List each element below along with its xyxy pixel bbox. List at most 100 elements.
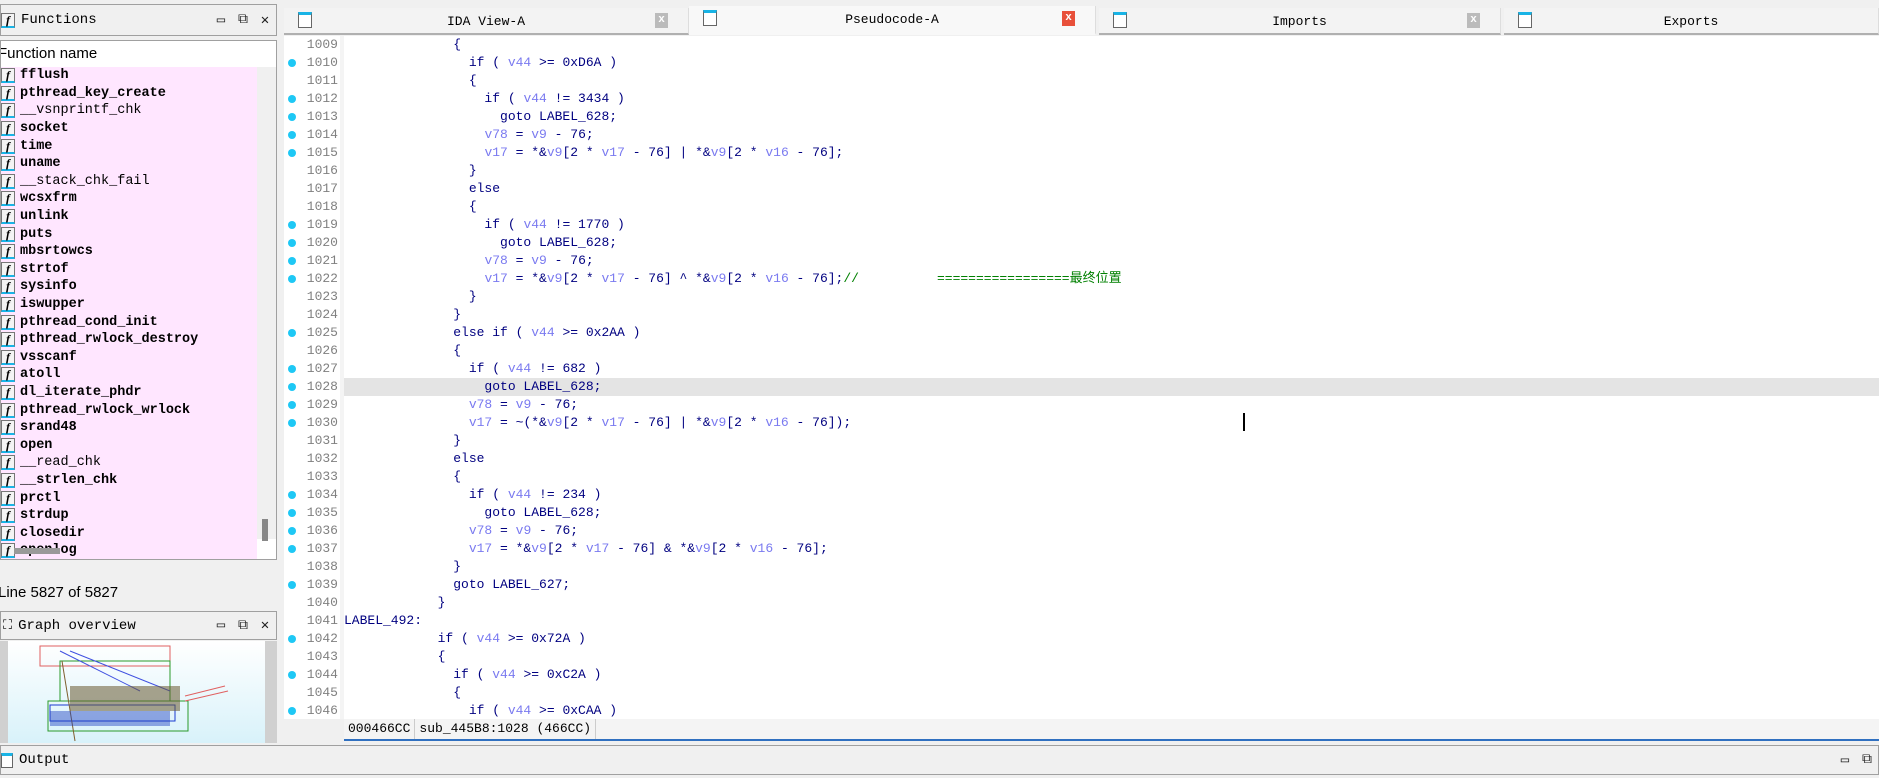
function-item[interactable]: f pthread_rwlock_destroy <box>1 330 257 349</box>
code-line[interactable]: 1021 v78 = v9 - 76; <box>284 252 1879 270</box>
function-item[interactable]: f pthread_rwlock_wrlock <box>1 401 257 419</box>
breakpoint-dot-icon[interactable] <box>288 419 296 427</box>
function-item[interactable]: f socket <box>1 119 257 138</box>
code-line[interactable]: 1043 { <box>284 648 1879 666</box>
breakpoint-dot-icon[interactable] <box>288 545 296 553</box>
breakpoint-dot-icon[interactable] <box>288 113 296 121</box>
code-line[interactable]: 1042 if ( v44 >= 0x72A ) <box>284 630 1879 648</box>
code-line[interactable]: 1046 if ( v44 >= 0xCAA ) <box>284 702 1879 719</box>
code-line[interactable]: 1039 goto LABEL_627; <box>284 576 1879 594</box>
breakpoint-dot-icon[interactable] <box>288 329 296 337</box>
tab-close-icon[interactable]: x <box>655 13 668 28</box>
function-item[interactable]: f uname <box>1 154 257 173</box>
pseudocode-view[interactable]: 1009 {1010 if ( v44 >= 0xD6A ) 1011 {1012… <box>284 36 1879 719</box>
graph-overview-canvas[interactable] <box>0 641 277 743</box>
code-line[interactable]: 1019 if ( v44 != 1770 ) <box>284 216 1879 234</box>
horizontal-scrollbar[interactable] <box>14 548 60 554</box>
tab-exports[interactable]: Exports <box>1504 8 1879 35</box>
vertical-scrollbar[interactable] <box>257 67 276 541</box>
function-item[interactable]: f sysinfo <box>1 278 257 296</box>
code-line[interactable]: 1014 v78 = v9 - 76; <box>284 126 1879 144</box>
code-line[interactable]: 1012 if ( v44 != 3434 ) <box>284 90 1879 108</box>
code-line[interactable]: 1037 v17 = *&v9[2 * v17 - 76] & *&v9[2 *… <box>284 540 1879 558</box>
code-line[interactable]: 1018 { <box>284 198 1879 216</box>
code-line[interactable]: 1010 if ( v44 >= 0xD6A ) <box>284 54 1879 72</box>
code-line[interactable]: 1027 if ( v44 != 682 ) <box>284 360 1879 378</box>
code-line[interactable]: 1035 goto LABEL_628; <box>284 504 1879 522</box>
breakpoint-dot-icon[interactable] <box>288 707 296 715</box>
tab-ida-view-a[interactable]: IDA View-A x <box>284 8 689 35</box>
float-icon[interactable]: ⧉ <box>1856 750 1878 770</box>
code-line[interactable]: 1029 v78 = v9 - 76; <box>284 396 1879 414</box>
tab-close-icon[interactable]: x <box>1467 13 1480 28</box>
code-line[interactable]: 1044 if ( v44 >= 0xC2A ) <box>284 666 1879 684</box>
function-item[interactable]: f puts <box>1 225 257 243</box>
functions-list[interactable]: Function name f fflush f pthread_key_create… <box>0 40 277 560</box>
close-icon[interactable]: ✕ <box>254 10 276 30</box>
code-line[interactable]: 1015 v17 = *&v9[2 * v17 - 76] | *&v9[2 *… <box>284 144 1879 162</box>
breakpoint-dot-icon[interactable] <box>288 131 296 139</box>
column-header-function-name[interactable]: Function name <box>1 41 276 67</box>
breakpoint-dot-icon[interactable] <box>288 383 296 391</box>
function-item[interactable]: f pthread_key_create <box>1 84 257 103</box>
code-line[interactable]: 1034 if ( v44 != 234 ) <box>284 486 1879 504</box>
code-line[interactable]: 1025 else if ( v44 >= 0x2AA ) <box>284 324 1879 342</box>
code-line[interactable]: 1032 else <box>284 450 1879 468</box>
code-line[interactable]: 1036 v78 = v9 - 76; <box>284 522 1879 540</box>
code-line[interactable]: 1030 v17 = ~(*&v9[2 * v17 - 76] | *&v9[2… <box>284 414 1879 432</box>
tab-close-icon[interactable]: x <box>1062 11 1075 26</box>
function-item[interactable]: f iswupper <box>1 295 257 314</box>
breakpoint-dot-icon[interactable] <box>288 581 296 589</box>
function-item[interactable]: f __strlen_chk <box>1 471 257 490</box>
breakpoint-dot-icon[interactable] <box>288 365 296 373</box>
function-item[interactable]: f fflush <box>1 67 257 85</box>
breakpoint-dot-icon[interactable] <box>288 239 296 247</box>
function-item[interactable]: f __vsnprintf_chk <box>1 102 257 120</box>
float-icon[interactable]: ⧉ <box>232 10 254 30</box>
breakpoint-dot-icon[interactable] <box>288 257 296 265</box>
code-line[interactable]: 1023 } <box>284 288 1879 306</box>
function-item[interactable]: f time <box>1 137 257 155</box>
breakpoint-dot-icon[interactable] <box>288 401 296 409</box>
code-line[interactable]: 1020 goto LABEL_628; <box>284 234 1879 252</box>
breakpoint-dot-icon[interactable] <box>288 221 296 229</box>
code-line[interactable]: 1016 } <box>284 162 1879 180</box>
breakpoint-dot-icon[interactable] <box>288 527 296 535</box>
function-item[interactable]: f __stack_chk_fail <box>1 172 257 191</box>
tab-imports[interactable]: Imports x <box>1099 8 1501 35</box>
code-line[interactable]: 1009 { <box>284 36 1879 54</box>
function-item[interactable]: f __read_chk <box>1 454 257 472</box>
code-line[interactable]: 1022 v17 = *&v9[2 * v17 - 76] ^ *&v9[2 *… <box>284 270 1879 288</box>
function-item[interactable]: f mbsrtowcs <box>1 242 257 261</box>
code-line[interactable]: 1041 LABEL_492: <box>284 612 1879 630</box>
function-item[interactable]: f atoll <box>1 366 257 384</box>
scrollbar-thumb[interactable] <box>262 519 268 541</box>
code-line[interactable]: 1033 { <box>284 468 1879 486</box>
function-item[interactable]: f vsscanf <box>1 348 257 367</box>
breakpoint-dot-icon[interactable] <box>288 95 296 103</box>
function-item[interactable]: f srand48 <box>1 418 257 437</box>
breakpoint-dot-icon[interactable] <box>288 509 296 517</box>
breakpoint-dot-icon[interactable] <box>288 491 296 499</box>
function-item[interactable]: f pthread_cond_init <box>1 313 257 331</box>
code-line[interactable]: 1045 { <box>284 684 1879 702</box>
close-icon[interactable]: ✕ <box>254 616 276 636</box>
code-line[interactable]: 1028 goto LABEL_628; <box>284 378 1879 396</box>
function-item[interactable]: f unlink <box>1 207 257 226</box>
function-item[interactable]: f closedir <box>1 524 257 543</box>
function-item[interactable]: f strtof <box>1 260 257 279</box>
code-line[interactable]: 1031 } <box>284 432 1879 450</box>
maximize-icon[interactable]: ▭ <box>1834 750 1856 770</box>
code-line[interactable]: 1024 } <box>284 306 1879 324</box>
code-line[interactable]: 1040 } <box>284 594 1879 612</box>
code-line[interactable]: 1026 { <box>284 342 1879 360</box>
breakpoint-dot-icon[interactable] <box>288 149 296 157</box>
code-line[interactable]: 1017 else <box>284 180 1879 198</box>
function-item[interactable]: f wcsxfrm <box>1 190 257 208</box>
tab-pseudocode-a[interactable]: Pseudocode-A x <box>689 6 1096 35</box>
breakpoint-dot-icon[interactable] <box>288 671 296 679</box>
function-item[interactable]: f prctl <box>1 489 257 507</box>
code-line[interactable]: 1011 { <box>284 72 1879 90</box>
breakpoint-dot-icon[interactable] <box>288 59 296 67</box>
maximize-icon[interactable]: ▭ <box>210 616 232 636</box>
